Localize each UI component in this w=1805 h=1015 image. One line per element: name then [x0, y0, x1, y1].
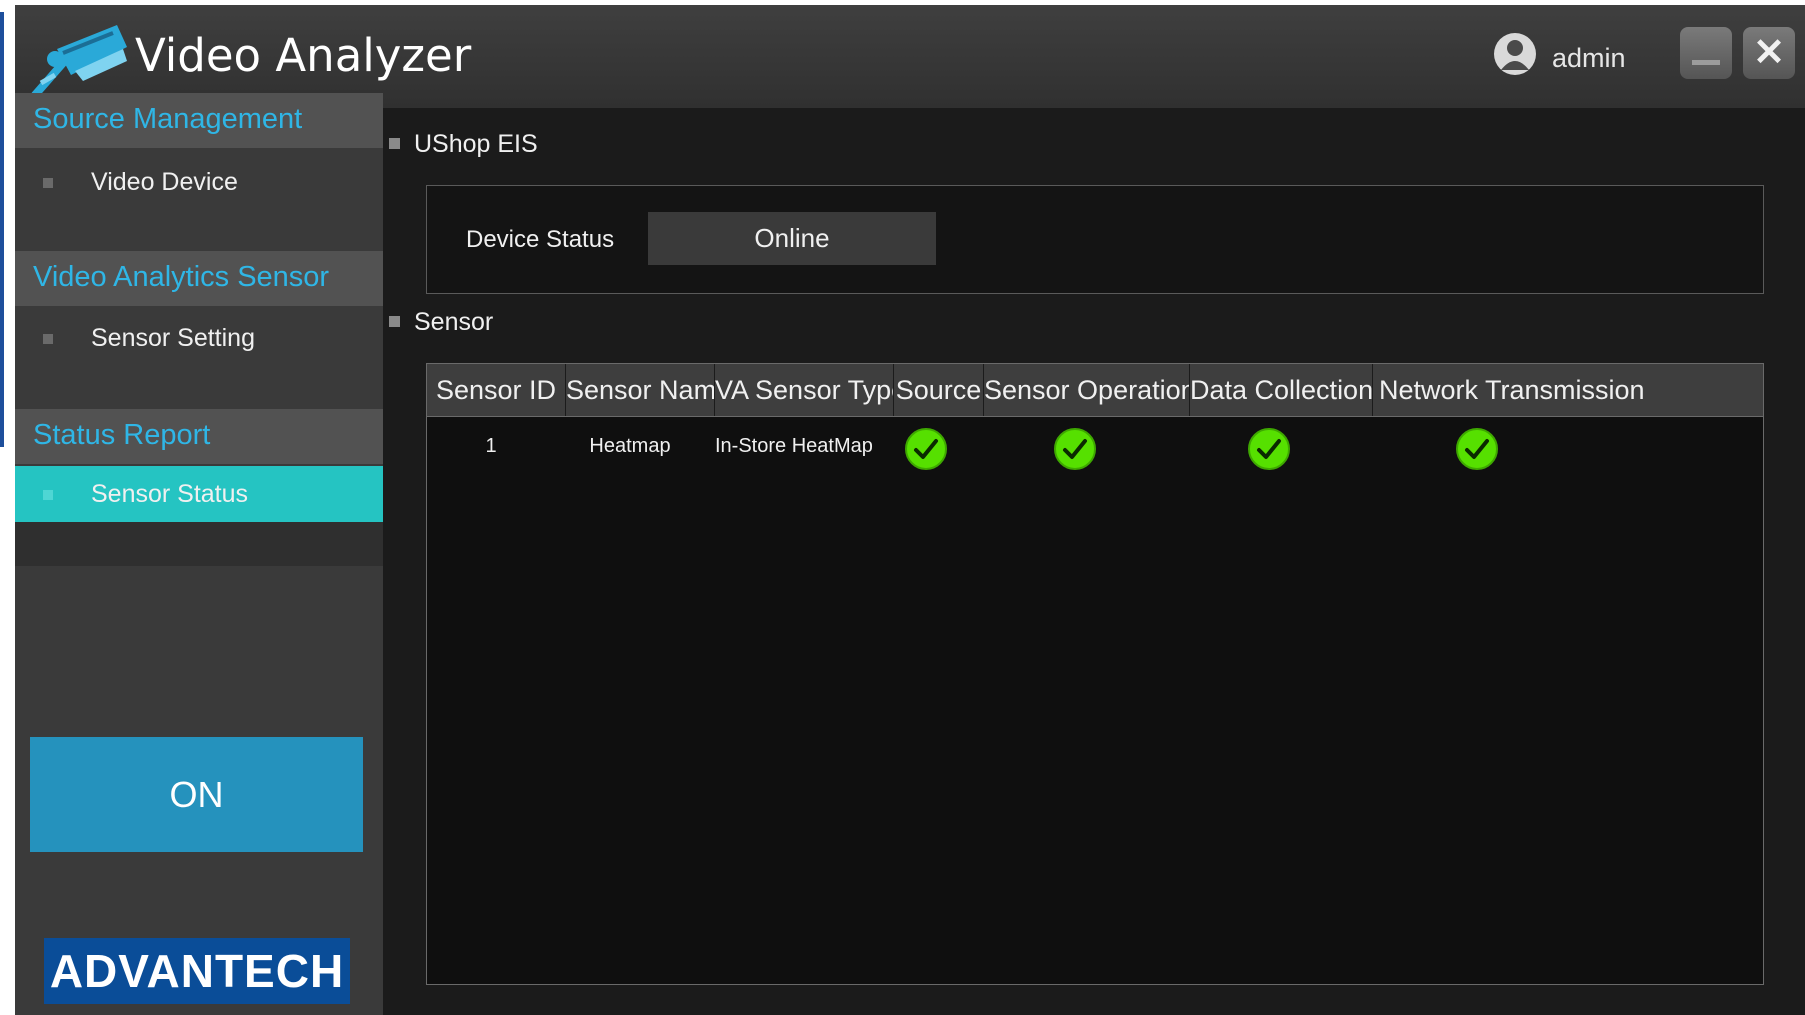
left-edge-accent: [0, 12, 4, 447]
sidebar-section-title: Source Management: [33, 103, 303, 135]
cell-va-sensor-type: In-Store HeatMap: [715, 435, 873, 457]
column-header-va-sensor-type[interactable]: VA Sensor Type: [715, 364, 894, 416]
device-section-title: UShop EIS: [414, 130, 538, 158]
check-circle-icon: [905, 428, 947, 470]
column-header-source[interactable]: Source: [894, 364, 984, 416]
bullet-icon: [43, 490, 53, 500]
sidebar-item-sensor-setting[interactable]: Sensor Setting: [15, 310, 383, 366]
sidebar-section-title: Video Analytics Sensor: [33, 261, 330, 293]
main-content: UShop EIS Device Status Online Sensor Se…: [383, 108, 1805, 1015]
sidebar-section-source-management: Source Management: [15, 93, 383, 148]
sidebar-item-sensor-status[interactable]: Sensor Status: [15, 466, 383, 522]
device-status-panel: Device Status Online: [426, 185, 1764, 294]
section-bullet-icon: [389, 316, 400, 327]
user-name: admin: [1552, 43, 1626, 73]
column-header-network-transmission[interactable]: Network Transmission: [1373, 364, 1763, 416]
cell-sensor-name: Heatmap: [589, 435, 671, 457]
sensor-section-title: Sensor: [414, 308, 494, 336]
camera-icon: [31, 25, 127, 99]
user-avatar-icon: [1494, 33, 1536, 75]
device-status-value: Online: [648, 212, 936, 265]
close-button[interactable]: ✕: [1743, 27, 1795, 79]
app-title: Video Analyzer: [135, 29, 472, 82]
sidebar-section-title: Status Report: [33, 419, 211, 451]
table-header: Sensor ID Sensor Name VA Sensor Type Sou…: [427, 364, 1763, 417]
sensor-table: Sensor ID Sensor Name VA Sensor Type Sou…: [426, 363, 1764, 985]
sidebar-section-video-analytics-sensor: Video Analytics Sensor: [15, 251, 383, 306]
column-header-sensor-id[interactable]: Sensor ID: [427, 364, 566, 416]
sidebar-item-label: Sensor Status: [91, 480, 249, 508]
section-bullet-icon: [389, 138, 400, 149]
minimize-icon: [1692, 60, 1720, 65]
sidebar-item-label: Sensor Setting: [91, 324, 255, 352]
close-icon: ✕: [1753, 32, 1785, 74]
column-header-sensor-operation[interactable]: Sensor Operation: [984, 364, 1190, 416]
power-on-button[interactable]: ON: [30, 737, 363, 852]
sidebar-spacer: [15, 522, 383, 566]
minimize-button[interactable]: [1680, 27, 1732, 79]
column-header-data-collection[interactable]: Data Collection: [1190, 364, 1373, 416]
check-circle-icon: [1248, 428, 1290, 470]
bullet-icon: [43, 178, 53, 188]
device-status-label: Device Status: [466, 226, 615, 253]
cell-sensor-id: 1: [485, 435, 497, 457]
bullet-icon: [43, 334, 53, 344]
sidebar-section-status-report: Status Report: [15, 409, 383, 464]
brand-logo: ADVANTECH: [44, 938, 350, 1004]
check-circle-icon: [1054, 428, 1096, 470]
sidebar-item-video-device[interactable]: Video Device: [15, 154, 383, 210]
sidebar-item-label: Video Device: [91, 168, 238, 196]
sidebar: Source Management Video Device Video Ana…: [15, 93, 383, 1015]
check-circle-icon: [1456, 428, 1498, 470]
app-window: Video Analyzer admin ✕ Source Management…: [15, 5, 1805, 1015]
column-header-sensor-name[interactable]: Sensor Name: [566, 364, 715, 416]
